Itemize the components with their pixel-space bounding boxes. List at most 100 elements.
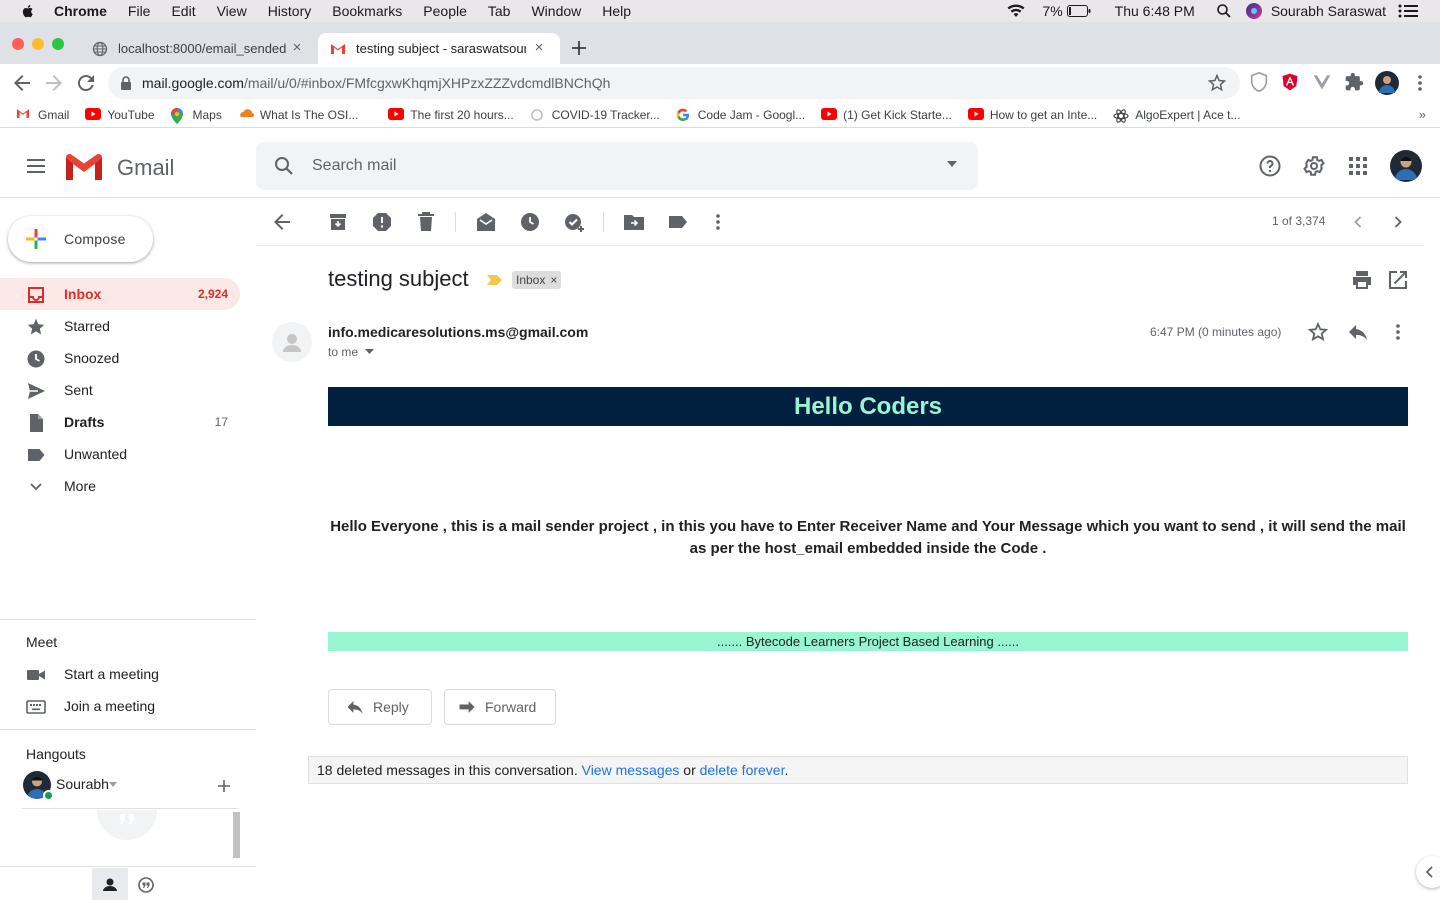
account-avatar[interactable]: [1390, 150, 1422, 182]
hangouts-quote-icon[interactable]: [138, 877, 154, 893]
profile-avatar[interactable]: [1375, 71, 1399, 95]
wifi-icon[interactable]: [1006, 4, 1026, 18]
hangouts-status-caret-icon[interactable]: [109, 782, 117, 788]
snooze-clock-icon[interactable]: [518, 210, 542, 234]
browser-tab-gmail[interactable]: testing subject - saraswatsour ×: [318, 33, 560, 64]
angular-extension-icon[interactable]: [1280, 72, 1304, 96]
menu-file[interactable]: File: [128, 3, 151, 19]
sidebar-item-starred[interactable]: Starred: [0, 310, 240, 342]
gmail-wordmark[interactable]: Gmail: [117, 155, 174, 181]
reload-icon[interactable]: [74, 71, 98, 95]
sidebar-item-inbox[interactable]: Inbox 2,924: [0, 278, 240, 310]
report-spam-icon[interactable]: [370, 210, 394, 234]
add-to-tasks-icon[interactable]: [562, 210, 586, 234]
hangouts-user-name[interactable]: Sourabh: [56, 776, 109, 792]
labels-tag-icon[interactable]: [666, 210, 690, 234]
menu-bookmarks[interactable]: Bookmarks: [332, 3, 402, 19]
compose-button[interactable]: Compose: [8, 216, 153, 262]
gmail-logo-icon[interactable]: [64, 152, 104, 182]
apple-icon[interactable]: [20, 3, 36, 19]
sidebar-item-sent[interactable]: Sent: [0, 374, 240, 406]
recipient-details-caret-icon[interactable]: [365, 349, 374, 355]
reply-arrow-icon[interactable]: [1346, 320, 1370, 344]
bookmark-gmail[interactable]: Gmail: [16, 108, 69, 122]
sender-avatar[interactable]: [272, 322, 312, 362]
window-close-button[interactable]: [12, 38, 24, 50]
tab-close-icon[interactable]: ×: [290, 40, 304, 55]
spotlight-search-icon[interactable]: [1217, 4, 1231, 18]
search-icon[interactable]: [272, 154, 296, 178]
menu-view[interactable]: View: [217, 3, 247, 19]
bookmark-covid-tracker[interactable]: COVID-19 Tracker...: [530, 108, 660, 122]
print-all-icon[interactable]: [1350, 268, 1374, 292]
siri-icon[interactable]: [1245, 2, 1263, 20]
move-to-folder-icon[interactable]: [622, 210, 646, 234]
menubar-user-name[interactable]: Sourabh Saraswat: [1271, 3, 1386, 19]
window-zoom-button[interactable]: [52, 38, 64, 50]
bookmark-maps[interactable]: Maps: [170, 107, 222, 124]
back-arrow-icon[interactable]: [10, 71, 34, 95]
extensions-puzzle-icon[interactable]: [1344, 72, 1368, 96]
menu-window[interactable]: Window: [531, 3, 581, 19]
forward-arrow-icon[interactable]: [42, 71, 66, 95]
support-help-icon[interactable]: [1258, 154, 1282, 178]
hangouts-scrollbar[interactable]: [233, 812, 240, 858]
recipient-to-me[interactable]: to me: [328, 345, 358, 359]
tab-close-icon[interactable]: ×: [532, 40, 546, 55]
contacts-tab[interactable]: [92, 868, 128, 900]
menu-chrome[interactable]: Chrome: [54, 3, 107, 19]
older-chevron-right-icon[interactable]: [1386, 210, 1410, 234]
main-menu-hamburger-icon[interactable]: [24, 154, 48, 178]
menu-people[interactable]: People: [423, 3, 467, 19]
menu-tab[interactable]: Tab: [488, 3, 511, 19]
importance-marker-icon[interactable]: [487, 274, 503, 286]
sidebar-item-snoozed[interactable]: Snoozed: [0, 342, 240, 374]
bookmark-youtube[interactable]: YouTube: [85, 107, 155, 122]
reply-button[interactable]: Reply: [328, 689, 432, 725]
bookmark-code-jam[interactable]: Code Jam - Googl...: [676, 108, 805, 122]
google-apps-grid-icon[interactable]: [1346, 154, 1370, 178]
sidebar-item-unwanted[interactable]: Unwanted: [0, 438, 240, 470]
search-mail-field[interactable]: Search mail: [256, 142, 978, 190]
bookmark-internship[interactable]: How to get an Inte...: [967, 107, 1097, 122]
chrome-menu-icon[interactable]: [1408, 71, 1432, 95]
shield-extension-icon[interactable]: [1248, 71, 1272, 95]
mark-as-unread-icon[interactable]: [474, 210, 498, 234]
star-message-icon[interactable]: [1306, 320, 1330, 344]
join-meeting-item[interactable]: Join a meeting: [0, 690, 240, 722]
battery-icon[interactable]: [1066, 5, 1091, 17]
browser-tab-localhost[interactable]: localhost:8000/email_sended ×: [80, 33, 318, 64]
bookmarks-overflow-chevron-icon[interactable]: »: [1419, 107, 1426, 122]
window-minimize-button[interactable]: [32, 38, 44, 50]
newer-chevron-left-icon[interactable]: [1346, 210, 1370, 234]
archive-icon[interactable]: [326, 210, 350, 234]
search-options-caret-icon[interactable]: [946, 160, 958, 172]
new-conversation-plus-icon[interactable]: [216, 778, 232, 794]
open-in-new-window-icon[interactable]: [1386, 268, 1410, 292]
notification-center-icon[interactable]: [1398, 4, 1418, 18]
bookmark-kick-start[interactable]: (1) Get Kick Starte...: [821, 107, 952, 122]
sidebar-item-drafts[interactable]: Drafts 17: [0, 406, 240, 438]
new-tab-plus-icon[interactable]: [570, 39, 588, 57]
menu-history[interactable]: History: [268, 3, 312, 19]
bookmark-star-icon[interactable]: [1208, 74, 1226, 92]
settings-gear-icon[interactable]: [1302, 154, 1326, 178]
sender-email[interactable]: info.medicaresolutions.ms@gmail.com: [328, 324, 588, 340]
menu-edit[interactable]: Edit: [171, 3, 195, 19]
vue-extension-icon[interactable]: [1312, 72, 1336, 96]
back-to-inbox-arrow-icon[interactable]: [270, 210, 294, 234]
bookmark-osi[interactable]: What Is The OSI...: [238, 108, 358, 122]
forward-button[interactable]: Forward: [444, 689, 556, 725]
show-side-panel-button[interactable]: [1416, 856, 1440, 888]
address-bar[interactable]: mail.google.com/mail/u/0/#inbox/FMfcgxwK…: [108, 67, 1240, 99]
delete-forever-link[interactable]: delete forever: [700, 762, 785, 778]
lock-icon[interactable]: [120, 76, 134, 90]
menu-help[interactable]: Help: [602, 3, 631, 19]
view-messages-link[interactable]: View messages: [582, 762, 680, 778]
message-more-options-icon[interactable]: [1386, 320, 1410, 344]
more-options-vertical-icon[interactable]: [706, 210, 730, 234]
bookmark-first-20-hours[interactable]: The first 20 hours...: [388, 107, 514, 122]
delete-trash-icon[interactable]: [414, 210, 438, 234]
bookmark-algoexpert[interactable]: AlgoExpert | Ace t...: [1113, 108, 1240, 123]
clock[interactable]: Thu 6:48 PM: [1115, 3, 1195, 19]
